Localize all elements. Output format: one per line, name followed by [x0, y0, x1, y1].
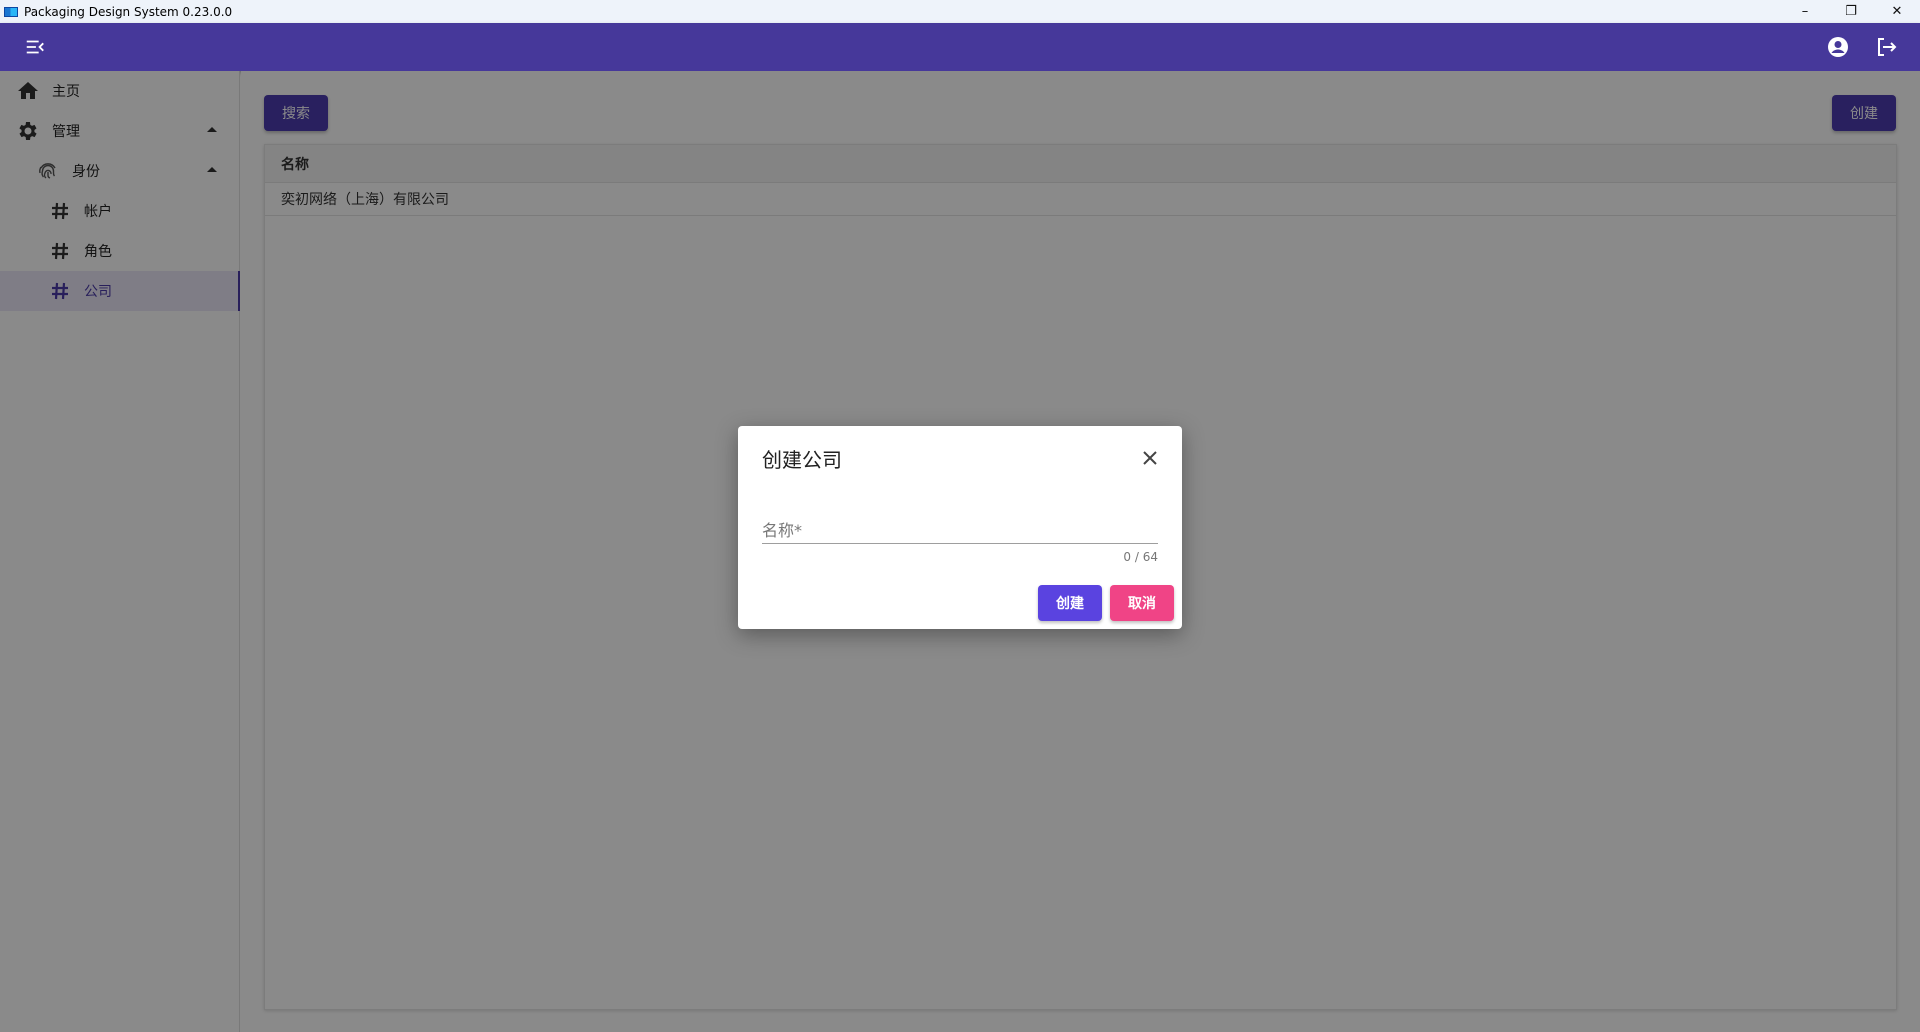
- app-icon: [4, 6, 18, 17]
- account-circle-icon[interactable]: [1826, 35, 1850, 59]
- character-counter: 0 / 64: [1123, 550, 1158, 564]
- name-field[interactable]: [762, 518, 1158, 544]
- window-controls: – ❐ ✕: [1782, 0, 1920, 23]
- app-bar: [0, 23, 1920, 71]
- dialog-title: 创建公司: [762, 448, 842, 472]
- window-title: Packaging Design System 0.23.0.0: [24, 4, 233, 19]
- logout-icon[interactable]: [1874, 35, 1898, 59]
- menu-collapse-icon[interactable]: [24, 36, 46, 58]
- dialog-create-button[interactable]: 创建: [1038, 585, 1102, 621]
- minimize-button[interactable]: –: [1782, 0, 1828, 23]
- dialog-cancel-button[interactable]: 取消: [1110, 585, 1174, 621]
- close-icon[interactable]: [1140, 448, 1160, 468]
- create-company-dialog: 创建公司 0 / 64 创建 取消: [738, 426, 1182, 629]
- close-window-button[interactable]: ✕: [1874, 0, 1920, 23]
- window-titlebar: Packaging Design System 0.23.0.0 – ❐ ✕: [0, 0, 1920, 23]
- restore-button[interactable]: ❐: [1828, 0, 1874, 23]
